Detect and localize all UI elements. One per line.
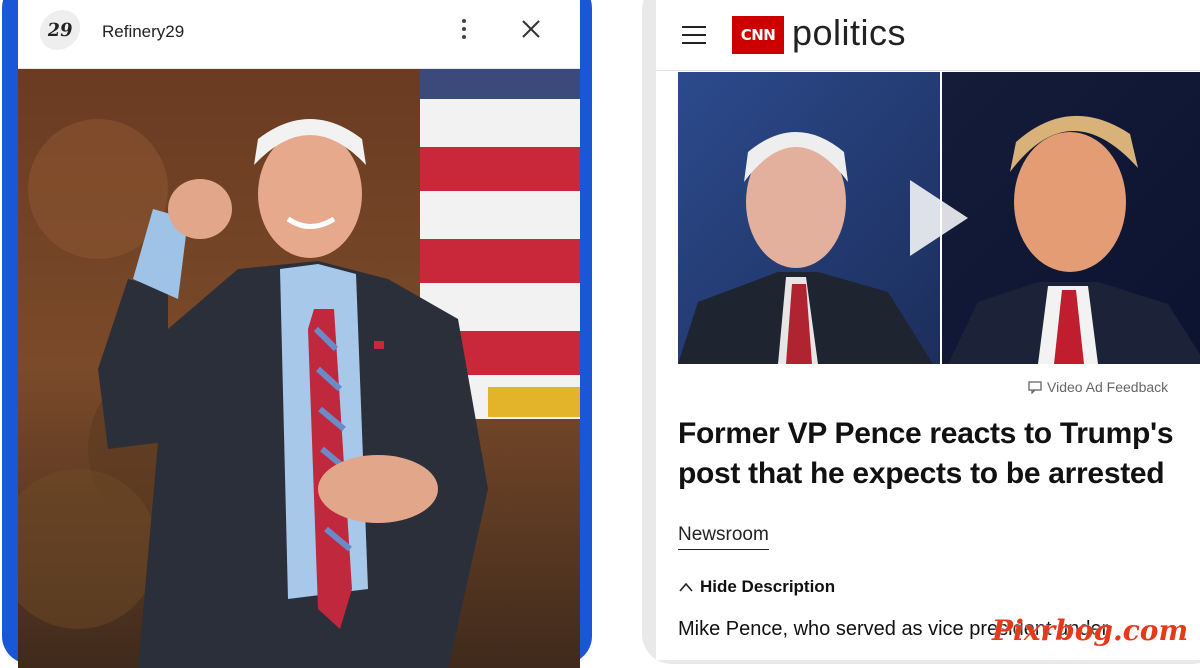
source-name[interactable]: Refinery29	[102, 22, 184, 42]
channel-link[interactable]: Newsroom	[678, 524, 769, 550]
right-card-frame: CNN politics Video Ad Feedback Former VP…	[642, 0, 1200, 664]
more-options-icon[interactable]	[452, 14, 476, 44]
article-panel: CNN politics Video Ad Feedback Former VP…	[656, 0, 1200, 660]
site-header: CNN politics	[656, 0, 1200, 71]
main-photo[interactable]	[18, 69, 580, 668]
hide-description-toggle[interactable]: Hide Description	[678, 577, 835, 597]
ad-feedback-link[interactable]: Video Ad Feedback	[1028, 379, 1168, 395]
chevron-up-icon	[679, 582, 693, 592]
watermark: Pixrbog.com	[992, 614, 1189, 647]
left-card-frame: 29 Refinery29	[2, 0, 592, 668]
video-player[interactable]	[678, 72, 1200, 364]
article-headline: Former VP Pence reacts to Trump's post t…	[678, 417, 1174, 490]
cnn-logo[interactable]: CNN	[732, 16, 784, 54]
menu-icon[interactable]	[682, 26, 706, 46]
section-title[interactable]: politics	[792, 12, 906, 54]
ad-feedback-label: Video Ad Feedback	[1047, 379, 1169, 395]
viewer-header: 29 Refinery29	[18, 0, 580, 69]
hide-description-label: Hide Description	[700, 577, 836, 596]
image-viewer-panel: 29 Refinery29	[18, 0, 580, 668]
feedback-icon	[1028, 380, 1042, 394]
source-logo: 29	[37, 10, 83, 50]
close-icon[interactable]	[516, 14, 546, 44]
